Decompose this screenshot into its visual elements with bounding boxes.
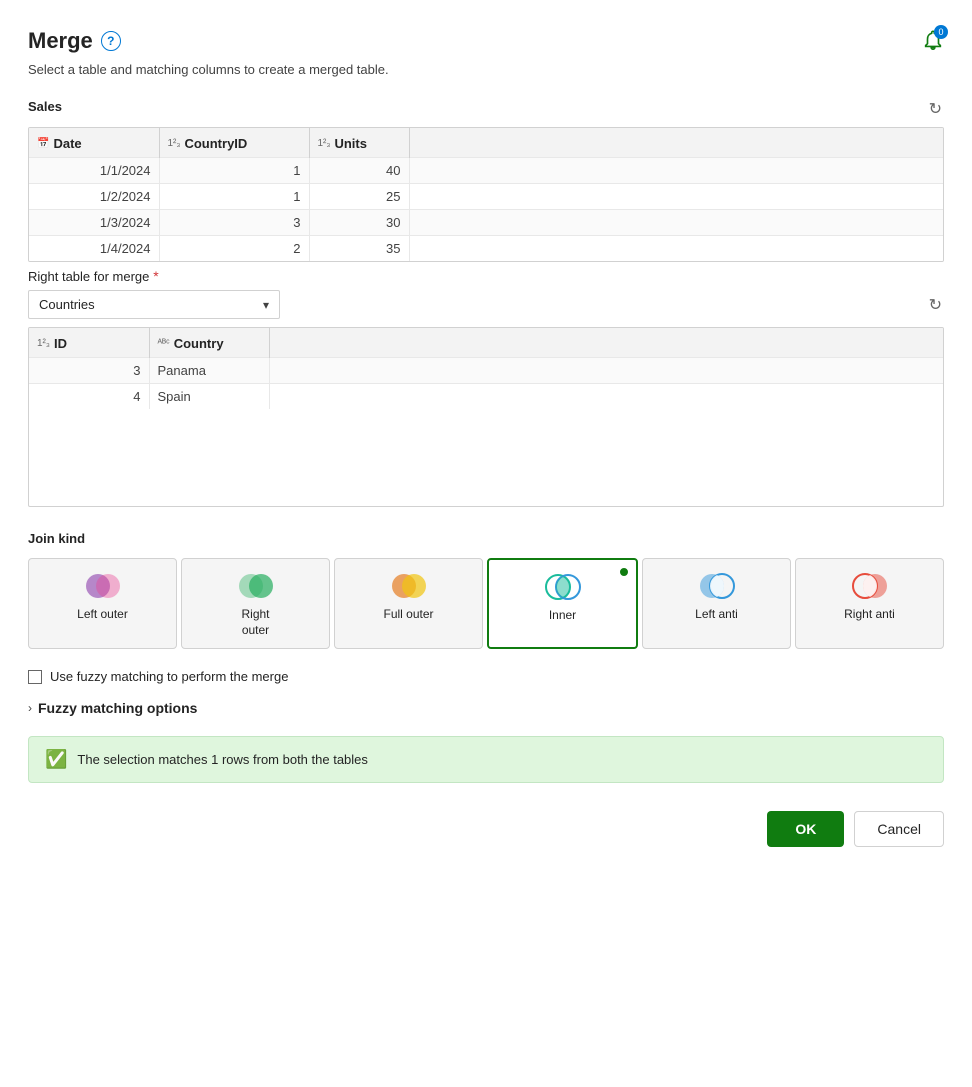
col-countryid-header[interactable]: 1²₃ CountryID <box>159 128 309 158</box>
fuzzy-matching-row: Use fuzzy matching to perform the merge <box>28 669 944 684</box>
countryid-cell: 1 <box>159 158 309 184</box>
col-extra-header2 <box>269 328 943 358</box>
join-option-left-outer-label: Left outer <box>77 607 128 623</box>
notification-badge: 0 <box>934 25 948 39</box>
fuzzy-matching-checkbox[interactable] <box>28 670 42 684</box>
right-outer-venn-icon <box>234 571 278 601</box>
country-cell: Spain <box>149 384 269 410</box>
countryid-cell: 1 <box>159 184 309 210</box>
cancel-button[interactable]: Cancel <box>854 811 944 847</box>
right-anti-venn-icon <box>848 571 892 601</box>
sales-table-container: 📅 Date 1²₃ CountryID 1²₃ Units <box>28 127 944 262</box>
col-units-header[interactable]: 1²₃ Units <box>309 128 409 158</box>
countryid-cell: 3 <box>159 210 309 236</box>
page-header: Merge ? 0 <box>28 28 944 54</box>
title-row: Merge ? <box>28 28 121 54</box>
sales-section-header: Sales ↻ <box>28 97 944 121</box>
num-icon-id: 1²₃ <box>37 338 50 349</box>
sales-refresh-button[interactable]: ↻ <box>927 97 944 121</box>
status-bar: ✅ The selection matches 1 rows from both… <box>28 736 944 783</box>
extra-cell <box>409 210 943 236</box>
right-table-label: Right table for merge <box>28 269 149 284</box>
country-cell: Panama <box>149 358 269 384</box>
join-option-left-outer[interactable]: Left outer <box>28 558 177 649</box>
required-indicator: * <box>153 268 158 284</box>
notification-icon[interactable]: 0 <box>922 29 944 54</box>
num-icon-countryid: 1²₃ <box>168 138 181 149</box>
date-cell: 1/1/2024 <box>29 158 159 184</box>
units-cell: 40 <box>309 158 409 184</box>
extra-cell <box>269 384 943 410</box>
dropdown-wrapper: Countries ▾ ↻ <box>28 290 944 319</box>
ok-button[interactable]: OK <box>767 811 844 847</box>
countryid-cell: 2 <box>159 236 309 262</box>
left-outer-venn-icon <box>81 571 125 601</box>
right-table-refresh-button[interactable]: ↻ <box>927 293 944 317</box>
right-table-section: Right table for merge * Countries ▾ ↻ 1²… <box>28 268 944 507</box>
help-icon[interactable]: ? <box>101 31 121 51</box>
join-option-right-outer[interactable]: Rightouter <box>181 558 330 649</box>
join-option-full-outer-label: Full outer <box>383 607 433 623</box>
abc-icon: ᴬᴮᶜ <box>158 338 170 349</box>
join-option-right-anti[interactable]: Right anti <box>795 558 944 649</box>
selected-indicator <box>618 566 630 578</box>
table-row: 3 Panama <box>29 358 943 384</box>
id-cell: 3 <box>29 358 149 384</box>
units-cell: 30 <box>309 210 409 236</box>
join-option-inner-label: Inner <box>549 608 576 624</box>
col-extra-header <box>409 128 943 158</box>
status-check-icon: ✅ <box>45 749 67 770</box>
sales-label: Sales <box>28 99 62 114</box>
extra-cell <box>409 236 943 262</box>
join-option-inner[interactable]: Inner <box>487 558 638 649</box>
join-option-left-anti[interactable]: Left anti <box>642 558 791 649</box>
fuzzy-matching-toggle[interactable]: › Fuzzy matching options <box>28 700 944 716</box>
inner-venn-icon <box>541 572 585 602</box>
join-options: Left outer Rightouter Full outer Inner <box>28 558 944 649</box>
countries-table-container: 1²₃ ID ᴬᴮᶜ Country 3 Pa <box>28 327 944 507</box>
date-cell: 1/4/2024 <box>29 236 159 262</box>
left-anti-venn-icon <box>695 571 739 601</box>
extra-cell <box>269 358 943 384</box>
col-id-header[interactable]: 1²₃ ID <box>29 328 149 358</box>
right-table-dropdown[interactable]: Countries ▾ <box>28 290 280 319</box>
table-row: 1/2/2024 1 25 <box>29 184 943 210</box>
num-icon-units: 1²₃ <box>318 138 331 149</box>
countries-table: 1²₃ ID ᴬᴮᶜ Country 3 Pa <box>29 328 943 409</box>
chevron-right-icon: › <box>28 701 32 715</box>
fuzzy-matching-section-title: Fuzzy matching options <box>38 700 197 716</box>
join-option-right-anti-label: Right anti <box>844 607 895 623</box>
sales-table: 📅 Date 1²₃ CountryID 1²₃ Units <box>29 128 943 261</box>
page-subtitle: Select a table and matching columns to c… <box>28 62 944 77</box>
extra-cell <box>409 184 943 210</box>
fuzzy-matching-label: Use fuzzy matching to perform the merge <box>50 669 288 684</box>
col-country-header[interactable]: ᴬᴮᶜ Country <box>149 328 269 358</box>
status-message: The selection matches 1 rows from both t… <box>77 752 367 767</box>
dropdown-value: Countries <box>39 297 95 312</box>
table-row: 1/3/2024 3 30 <box>29 210 943 236</box>
calendar-icon: 📅 <box>37 138 49 149</box>
join-option-right-outer-label: Rightouter <box>241 607 269 638</box>
page-title: Merge <box>28 28 93 54</box>
join-option-left-anti-label: Left anti <box>695 607 738 623</box>
full-outer-venn-icon <box>387 571 431 601</box>
table-row: 4 Spain <box>29 384 943 410</box>
date-cell: 1/2/2024 <box>29 184 159 210</box>
table-row: 1/1/2024 1 40 <box>29 158 943 184</box>
join-kind-label: Join kind <box>28 531 944 546</box>
units-cell: 25 <box>309 184 409 210</box>
chevron-down-icon: ▾ <box>263 298 269 312</box>
table-row: 1/4/2024 2 35 <box>29 236 943 262</box>
date-cell: 1/3/2024 <box>29 210 159 236</box>
units-cell: 35 <box>309 236 409 262</box>
id-cell: 4 <box>29 384 149 410</box>
col-date-header[interactable]: 📅 Date <box>29 128 159 158</box>
join-option-full-outer[interactable]: Full outer <box>334 558 483 649</box>
footer-buttons: OK Cancel <box>28 811 944 847</box>
extra-cell <box>409 158 943 184</box>
